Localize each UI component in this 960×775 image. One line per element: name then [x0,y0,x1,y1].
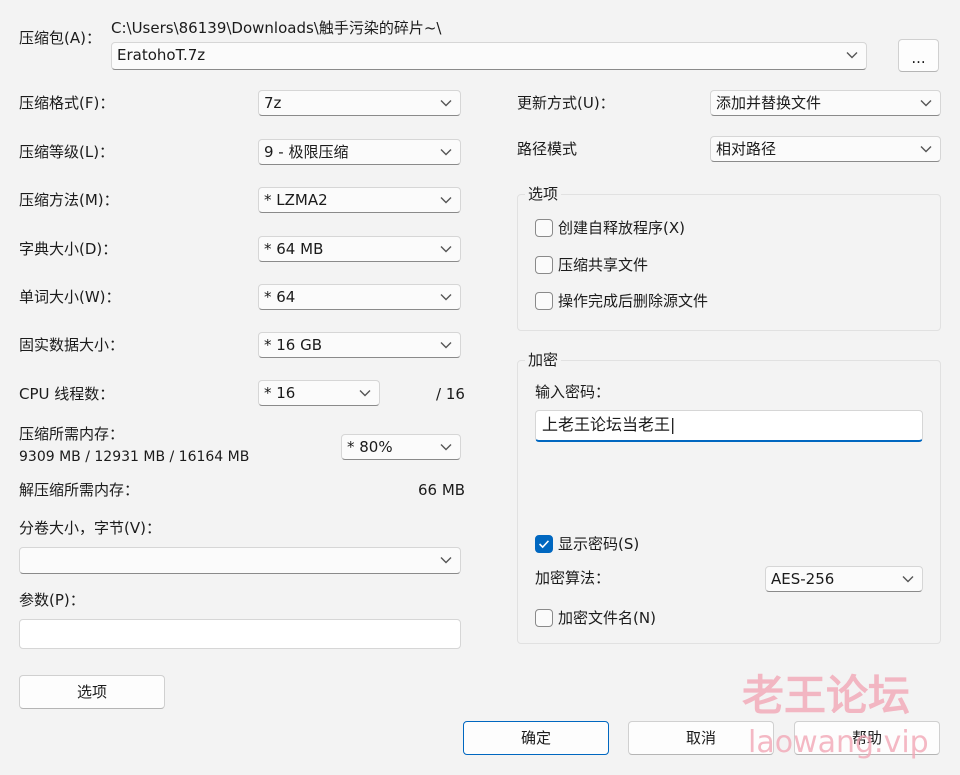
ok-button[interactable]: 确定 [463,721,609,755]
dict-label: 字典大小(D)： [19,240,118,258]
chevron-down-icon [846,52,858,59]
update-select[interactable]: 添加并替换文件 [710,90,941,116]
browse-button[interactable]: ... [898,39,939,72]
watermark-url: laowang.vip [748,725,929,760]
mem-compress-label: 压缩所需内存： [19,425,125,443]
volume-label: 分卷大小，字节(V)： [19,519,161,537]
password-label: 输入密码： [535,383,611,401]
path-mode-select[interactable]: 相对路径 [710,136,941,162]
dict-value: * 64 MB [264,240,324,258]
chevron-down-icon [359,390,371,397]
params-input[interactable] [19,619,461,649]
level-select[interactable]: 9 - 极限压缩 [258,139,461,165]
mem-compress-detail: 9309 MB / 12931 MB / 16164 MB [19,449,250,465]
level-label: 压缩等级(L)： [19,143,115,161]
archive-path: C:\Users\86139\Downloads\触手污染的碎片~\ [111,19,442,37]
mem-usage-value: * 80% [347,438,393,456]
solid-value: * 16 GB [264,336,323,354]
shared-files-checkbox[interactable] [535,256,553,274]
archive-name-combobox[interactable]: EratohoT.7z [111,42,867,70]
chevron-down-icon [440,149,452,156]
chevron-down-icon [440,444,452,451]
chevron-down-icon [920,100,932,107]
archive-name-value: EratohoT.7z [117,46,206,64]
chevron-down-icon [440,557,452,564]
update-label: 更新方式(U)： [517,94,615,112]
chevron-down-icon [902,576,914,583]
cpu-select[interactable]: * 16 [258,380,380,406]
update-value: 添加并替换文件 [716,94,822,112]
watermark-title: 老王论坛 [742,671,911,720]
chevron-down-icon [440,246,452,253]
options-button[interactable]: 选项 [19,675,165,709]
encryption-method-value: AES-256 [771,570,835,588]
volume-combobox[interactable] [19,547,461,574]
show-password-label: 显示密码(S) [558,535,640,553]
sfx-checkbox[interactable] [535,219,553,237]
word-value: * 64 [264,288,296,306]
encryption-method-label: 加密算法： [535,569,611,587]
cpu-label: CPU 线程数： [19,385,115,403]
cpu-value: * 16 [264,384,296,402]
delete-after-label: 操作完成后删除源文件 [558,292,709,310]
word-select[interactable]: * 64 [258,284,461,310]
sfx-label: 创建自释放程序(X) [558,219,685,237]
params-label: 参数(P)： [19,591,85,609]
options-group-title: 选项 [525,184,562,204]
delete-after-checkbox[interactable] [535,292,553,310]
chevron-down-icon [440,197,452,204]
dict-select[interactable]: * 64 MB [258,236,461,262]
show-password-checkbox[interactable] [535,535,553,553]
encrypt-names-label: 加密文件名(N) [558,609,656,627]
encryption-group-title: 加密 [525,350,562,370]
password-value: 上老王论坛当老王| [542,415,676,434]
password-input[interactable]: 上老王论坛当老王| [535,410,923,442]
cpu-max: / 16 [436,385,465,403]
encryption-group [517,360,941,644]
level-value: 9 - 极限压缩 [264,143,349,161]
format-select[interactable]: 7z [258,90,461,116]
shared-files-label: 压缩共享文件 [558,256,649,274]
format-label: 压缩格式(F)： [19,94,115,112]
chevron-down-icon [440,100,452,107]
archive-label: 压缩包(A)： [19,29,101,47]
method-label: 压缩方法(M)： [19,191,119,209]
chevron-down-icon [920,146,932,153]
path-mode-value: 相对路径 [716,140,777,158]
method-value: * LZMA2 [264,191,328,209]
solid-label: 固实数据大小： [19,336,125,354]
chevron-down-icon [440,294,452,301]
chevron-down-icon [440,342,452,349]
method-select[interactable]: * LZMA2 [258,187,461,213]
check-icon [538,540,550,549]
format-value: 7z [264,94,282,112]
encryption-method-select[interactable]: AES-256 [765,566,923,592]
encrypt-names-checkbox[interactable] [535,609,553,627]
word-label: 单词大小(W)： [19,288,121,306]
mem-usage-select[interactable]: * 80% [341,434,461,460]
mem-decompress-value: 66 MB [418,481,466,499]
path-mode-label: 路径模式 [517,140,578,158]
mem-decompress-label: 解压缩所需内存： [19,481,140,499]
solid-select[interactable]: * 16 GB [258,332,461,358]
